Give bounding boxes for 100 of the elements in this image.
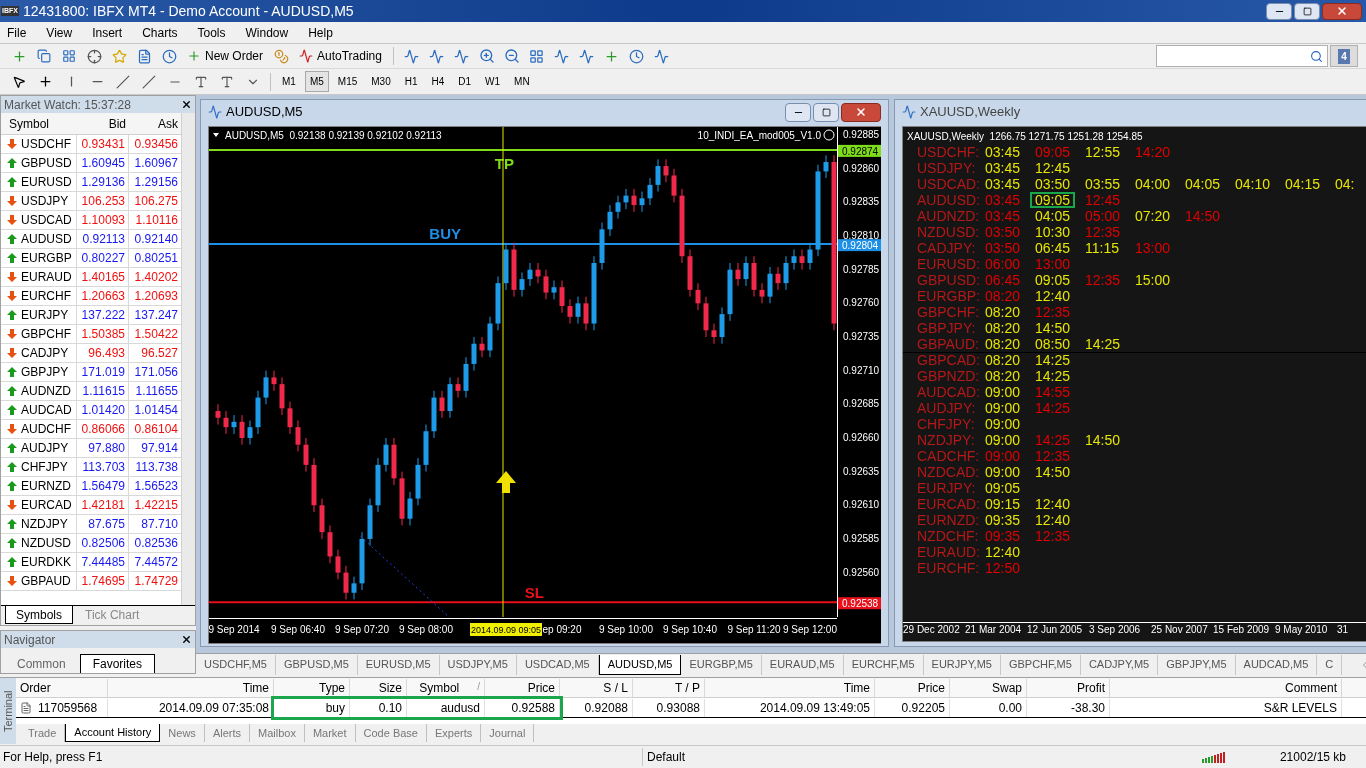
symbol-name[interactable]: USDCHF — [21, 135, 71, 153]
menu-item[interactable]: File — [7, 23, 27, 42]
column-header[interactable]: Bid — [77, 114, 129, 133]
column-header[interactable]: Symbol / — [407, 678, 485, 697]
terminal-tab[interactable]: Code Base — [355, 724, 427, 742]
new-order-button[interactable]: New Order — [183, 45, 267, 67]
symbol-name[interactable]: AUDNZD — [21, 382, 71, 400]
menu-item[interactable]: Window — [245, 23, 289, 42]
symbol-name[interactable]: AUDCHF — [21, 420, 71, 438]
symbol-name[interactable]: EURNZD — [21, 477, 71, 495]
menu-item[interactable]: Charts — [142, 23, 178, 42]
timeframe-button[interactable]: MN — [509, 71, 535, 92]
symbol-name[interactable]: EURAUD — [21, 268, 72, 286]
chart-tab[interactable]: GBPJPY,M5 — [1158, 654, 1236, 675]
symbol-name[interactable]: EURCAD — [21, 496, 72, 514]
panel-tab[interactable]: Favorites — [79, 654, 156, 673]
symbol-name[interactable]: EURJPY — [21, 306, 69, 324]
menu-item[interactable]: Tools — [197, 23, 226, 42]
table-cell-text: 2014.09.09 07:35:08 — [158, 699, 269, 717]
symbol-name[interactable]: GBPJPY — [21, 363, 69, 381]
chart-tab[interactable]: EURJPY,M5 — [923, 654, 1001, 675]
chart-tab[interactable]: GBPCHF,M5 — [1000, 654, 1081, 675]
panel-tab[interactable]: Common — [5, 654, 78, 673]
menu-item[interactable]: Help — [308, 23, 333, 42]
autotrading-button[interactable]: AutoTrading — [295, 45, 386, 67]
column-header[interactable]: Comment — [1110, 678, 1342, 697]
close-icon[interactable] — [181, 99, 192, 110]
chart-tab[interactable]: EURAUD,M5 — [761, 654, 844, 675]
close-icon[interactable] — [181, 634, 192, 645]
search-field[interactable] — [1156, 45, 1328, 67]
column-header[interactable]: S / L — [560, 678, 633, 697]
minimize-button[interactable] — [785, 102, 811, 122]
chart-tab[interactable]: CADJPY,M5 — [1080, 654, 1159, 675]
column-header[interactable]: Ask — [129, 114, 181, 133]
column-header[interactable]: Type — [274, 678, 350, 697]
timeframe-button[interactable]: M30 — [366, 71, 396, 92]
symbol-name[interactable]: USDCAD — [21, 211, 72, 229]
menu-item[interactable]: Insert — [92, 23, 123, 42]
symbol-name[interactable]: EURDKK — [21, 553, 71, 571]
symbol-name[interactable]: GBPAUD — [21, 572, 71, 590]
symbol-name[interactable]: GBPCHF — [21, 325, 71, 343]
column-header[interactable]: T / P — [633, 678, 705, 697]
symbol-name[interactable]: EURGBP — [21, 249, 72, 267]
symbol-name[interactable]: NZDUSD — [21, 534, 71, 552]
chart-tab[interactable]: C — [1317, 654, 1343, 675]
column-header[interactable]: Symbol — [1, 114, 77, 133]
menu-item[interactable]: View — [46, 23, 73, 42]
chart-tab[interactable]: EURCHF,M5 — [843, 654, 924, 675]
timeframe-button[interactable]: H4 — [426, 71, 450, 92]
timeframe-button[interactable]: H1 — [399, 71, 423, 92]
terminal-tab[interactable]: Experts — [426, 724, 482, 742]
scrollbar[interactable] — [181, 113, 195, 605]
terminal-tab[interactable]: News — [160, 724, 205, 742]
timeframe-button[interactable]: M5 — [304, 71, 329, 92]
time-value: 09:05 — [1035, 145, 1071, 159]
symbol-name[interactable]: EURCHF — [21, 287, 71, 305]
column-header[interactable]: Profit — [1027, 678, 1110, 697]
timeframe-button[interactable]: M1 — [277, 71, 301, 92]
chart-tab[interactable]: EURGBP,M5 — [681, 654, 762, 675]
symbol-name[interactable]: GBPUSD — [21, 154, 72, 172]
terminal-tab[interactable]: Journal — [481, 724, 535, 742]
chart-tab[interactable]: AUDCAD,M5 — [1235, 654, 1318, 675]
symbol-name[interactable]: CADJPY — [21, 344, 69, 362]
panel-tab[interactable]: Symbols — [5, 606, 73, 624]
timeframe-button[interactable]: W1 — [480, 71, 506, 92]
terminal-tab[interactable]: Market — [304, 724, 356, 742]
column-header[interactable]: Price — [485, 678, 560, 697]
chart-tab[interactable]: AUDUSD,M5 — [598, 654, 682, 675]
column-header[interactable]: Price — [875, 678, 950, 697]
terminal-tab[interactable]: Alerts — [204, 724, 250, 742]
chart-tab[interactable]: USDJPY,M5 — [439, 654, 517, 675]
column-header[interactable]: Size — [350, 678, 407, 697]
column-header[interactable]: Order — [16, 678, 108, 697]
symbol-name[interactable]: AUDCAD — [21, 401, 72, 419]
time-value: 12:40 — [985, 545, 1021, 559]
chart-tab[interactable]: USDCHF,M5 — [196, 654, 276, 675]
close-button[interactable] — [1322, 2, 1362, 20]
timeframe-button[interactable]: M15 — [332, 71, 363, 92]
restore-button[interactable] — [1294, 2, 1320, 20]
symbol-name[interactable]: USDJPY — [21, 192, 69, 210]
column-header[interactable]: Time — [705, 678, 875, 697]
dropdown-icon[interactable] — [213, 133, 219, 137]
close-button[interactable] — [841, 102, 881, 122]
terminal-tab[interactable]: Account History — [65, 724, 161, 742]
minimize-button[interactable] — [1266, 2, 1292, 20]
symbol-name[interactable]: AUDUSD — [21, 230, 72, 248]
symbol-name[interactable]: AUDJPY — [21, 439, 69, 457]
column-header[interactable]: Time — [108, 678, 274, 697]
column-header[interactable]: Swap — [950, 678, 1027, 697]
symbol-name[interactable]: CHFJPY — [21, 458, 68, 476]
symbol-name[interactable]: NZDJPY — [21, 515, 68, 533]
price-axis-label: 0.92710 — [843, 364, 880, 376]
chart-tab[interactable]: GBPUSD,M5 — [275, 654, 358, 675]
terminal-tab[interactable]: Mailbox — [250, 724, 305, 742]
chart-tab[interactable]: USDCAD,M5 — [516, 654, 599, 675]
timeframe-button[interactable]: D1 — [453, 71, 477, 92]
symbol-name[interactable]: EURUSD — [21, 173, 72, 191]
restore-button[interactable] — [813, 102, 839, 122]
notifications-badge[interactable]: 4 — [1330, 45, 1358, 67]
chart-tab[interactable]: EURUSD,M5 — [357, 654, 440, 675]
